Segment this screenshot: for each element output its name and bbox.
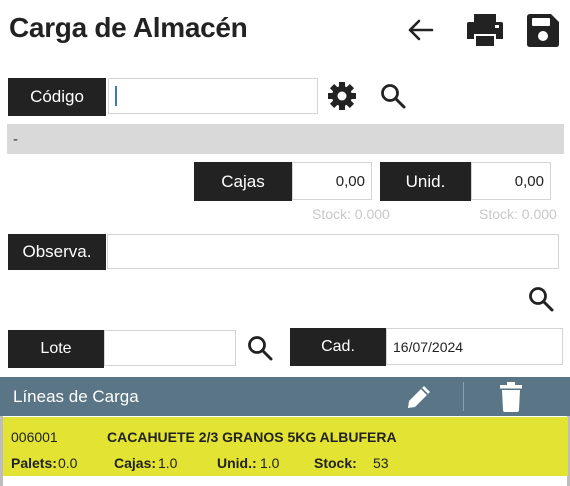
trash-icon — [500, 382, 522, 412]
lines-header: Líneas de Carga — [0, 377, 570, 416]
cajas-stock: Stock: 0.000 — [312, 206, 390, 222]
print-button[interactable] — [465, 10, 505, 50]
delete-line-button[interactable] — [496, 381, 526, 413]
observa-label: Observa. — [8, 234, 106, 270]
product-description: - — [7, 124, 564, 154]
item-palets-label: Palets: — [11, 455, 57, 471]
printer-icon — [467, 14, 503, 46]
search-icon — [529, 287, 554, 312]
item-stock-label: Stock: — [314, 455, 357, 471]
settings-button[interactable] — [326, 80, 358, 112]
cad-input[interactable]: 16/07/2024 — [386, 328, 563, 365]
codigo-label: Código — [8, 78, 106, 116]
list-item[interactable]: 006001 CACAHUETE 2/3 GRANOS 5KG ALBUFERA… — [3, 417, 568, 476]
item-unid-label: Unid.: — [217, 455, 257, 471]
lines-title: Líneas de Carga — [13, 387, 139, 406]
page-title: Carga de Almacén — [9, 12, 248, 43]
codigo-input[interactable] — [108, 78, 318, 114]
cajas-input[interactable]: 0,00 — [292, 162, 372, 200]
observa-search-button[interactable] — [525, 283, 557, 315]
search-icon — [248, 336, 273, 361]
search-icon — [381, 84, 406, 109]
header-divider — [463, 382, 464, 411]
gear-icon — [328, 82, 356, 110]
lote-input[interactable] — [104, 330, 236, 366]
save-button[interactable] — [523, 10, 563, 50]
item-unid: 1.0 — [260, 455, 280, 471]
unid-label: Unid. — [380, 162, 471, 201]
item-cajas-label: Cajas: — [114, 455, 157, 471]
arrow-left-icon — [408, 19, 434, 41]
unid-input[interactable]: 0,00 — [471, 162, 551, 200]
item-name: CACAHUETE 2/3 GRANOS 5KG ALBUFERA — [107, 429, 397, 445]
lote-search-button[interactable] — [244, 332, 276, 364]
floppy-disk-icon — [527, 14, 559, 47]
cad-label: Cad. — [290, 328, 386, 366]
observa-input[interactable] — [107, 234, 559, 269]
item-cajas: 1.0 — [158, 455, 178, 471]
cajas-label: Cajas — [194, 162, 292, 201]
item-stock: 53 — [373, 455, 389, 471]
lote-label: Lote — [8, 330, 104, 368]
codigo-search-button[interactable] — [377, 80, 409, 112]
back-button[interactable] — [400, 10, 440, 50]
item-palets: 0.0 — [58, 455, 78, 471]
item-code: 006001 — [11, 429, 58, 445]
text-cursor — [115, 86, 117, 106]
edit-line-button[interactable] — [403, 382, 435, 412]
pencil-icon — [408, 386, 430, 408]
unid-stock: Stock: 0.000 — [479, 206, 557, 222]
